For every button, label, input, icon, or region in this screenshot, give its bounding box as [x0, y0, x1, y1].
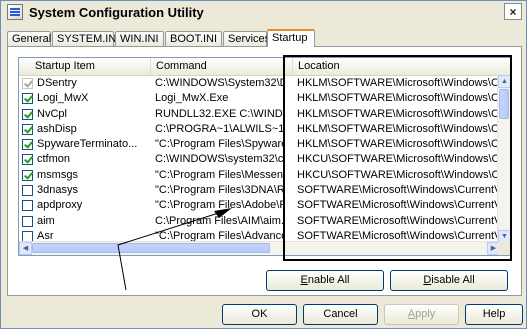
- scroll-up-icon[interactable]: ▲: [498, 75, 511, 88]
- startup-command: C:\Program Files\AIM\aim.e...: [155, 214, 285, 227]
- scroll-corner: [498, 242, 511, 255]
- startup-location: HKCU\SOFTWARE\Microsoft\Windows\Curren: [297, 153, 503, 166]
- startup-command: RUNDLL32.EXE C:\WINDO...: [155, 107, 285, 120]
- tab-win-ini[interactable]: WIN.INI: [115, 31, 164, 46]
- startup-item-name: ctfmon: [37, 153, 71, 166]
- startup-checkbox[interactable]: [22, 93, 33, 105]
- startup-command: C:\WINDOWS\System32\D...: [155, 77, 285, 89]
- column-header-startup-item[interactable]: Startup Item: [19, 58, 151, 75]
- startup-location: HKLM\SOFTWARE\Microsoft\Windows\Curren: [297, 107, 503, 120]
- startup-item-name: NvCpl: [37, 107, 67, 120]
- startup-command: "C:\Program Files\Spyware...: [155, 138, 285, 151]
- startup-item-name: aim: [37, 214, 55, 227]
- tab-boot-ini[interactable]: BOOT.INI: [165, 31, 222, 46]
- table-row[interactable]: apdproxy "C:\Program Files\Adobe\P... SOFT…: [19, 198, 503, 213]
- tab-system-ini[interactable]: SYSTEM.INI: [52, 31, 119, 46]
- startup-checkbox[interactable]: [22, 169, 33, 181]
- tab-general[interactable]: General: [7, 31, 51, 46]
- startup-panel: Startup Item Command Location DSentry C:\…: [7, 46, 522, 296]
- startup-location: HKLM\SOFTWARE\Microsoft\Windows\Curren: [297, 122, 503, 135]
- startup-item-name: Logi_MwX: [37, 92, 89, 105]
- help-button[interactable]: Help: [465, 304, 523, 325]
- startup-command: Logi_MwX.Exe: [155, 92, 229, 105]
- startup-item-name: ashDisp: [37, 122, 77, 135]
- startup-location: SOFTWARE\Microsoft\Windows\CurrentVersi: [297, 184, 503, 197]
- window-title: System Configuration Utility: [29, 4, 204, 20]
- startup-checkbox: [22, 78, 33, 89]
- startup-item-name: msmsgs: [37, 168, 78, 181]
- startup-item-name: apdproxy: [37, 199, 83, 212]
- table-row[interactable]: NvCpl RUNDLL32.EXE C:\WINDO... HKLM\SOFTWA…: [19, 107, 503, 122]
- tab-services[interactable]: Services: [223, 31, 270, 46]
- vertical-scrollbar[interactable]: ▲ ▼: [497, 75, 511, 243]
- startup-item-name: DSentry: [37, 77, 77, 89]
- column-header-location[interactable]: Location: [293, 58, 511, 75]
- table-row[interactable]: SpywareTerminato... "C:\Program Files\Spy…: [19, 137, 503, 152]
- startup-checkbox[interactable]: [22, 108, 33, 120]
- startup-checkbox[interactable]: [22, 215, 33, 227]
- startup-item-name: SpywareTerminato...: [37, 138, 138, 151]
- startup-command: C:\WINDOWS\system32\ct...: [155, 153, 285, 166]
- tab-startup[interactable]: Startup: [267, 29, 315, 47]
- system-configuration-window: System Configuration Utility × General S…: [0, 0, 527, 329]
- startup-list[interactable]: Startup Item Command Location DSentry C:\…: [18, 57, 512, 256]
- startup-checkbox[interactable]: [22, 200, 33, 212]
- startup-command: "C:\Program Files\3DNA\Re...: [155, 184, 285, 197]
- startup-checkbox[interactable]: [22, 139, 33, 151]
- table-row[interactable]: aim C:\Program Files\AIM\aim.e... SOFTWARE…: [19, 214, 503, 229]
- column-header-command[interactable]: Command: [151, 58, 293, 75]
- startup-command: "C:\Program Files\Adobe\P...: [155, 199, 285, 212]
- app-icon: [7, 4, 23, 20]
- startup-location: HKCU\SOFTWARE\Microsoft\Windows\Curren: [297, 168, 503, 181]
- table-row[interactable]: ashDisp C:\PROGRA~1\ALWILS~1\... HKLM\SOFT…: [19, 122, 503, 137]
- close-button[interactable]: ×: [504, 3, 522, 20]
- table-row[interactable]: Logi_MwX Logi_MwX.Exe HKLM\SOFTWARE\Micros…: [19, 91, 503, 106]
- startup-location: HKLM\SOFTWARE\Microsoft\Windows\Curren: [297, 138, 503, 151]
- cancel-button[interactable]: Cancel: [303, 304, 378, 325]
- enable-all-button[interactable]: Enable All: [266, 270, 384, 291]
- horizontal-scrollbar[interactable]: ◀ ▶: [19, 241, 500, 255]
- startup-command: C:\PROGRA~1\ALWILS~1\...: [155, 122, 285, 135]
- table-row[interactable]: 3dnasys "C:\Program Files\3DNA\Re... SOFTW…: [19, 183, 503, 198]
- startup-location: SOFTWARE\Microsoft\Windows\CurrentVersi: [297, 214, 503, 227]
- startup-location: HKLM\SOFTWARE\Microsoft\Windows\Curren: [297, 92, 503, 105]
- startup-item-name: 3dnasys: [37, 184, 78, 197]
- startup-checkbox[interactable]: [22, 154, 33, 166]
- table-row[interactable]: DSentry C:\WINDOWS\System32\D... HKLM\SOFT…: [19, 76, 503, 91]
- table-row[interactable]: msmsgs "C:\Program Files\Messeng... HKCU\S…: [19, 168, 503, 183]
- vertical-scroll-thumb[interactable]: [499, 89, 509, 119]
- ok-button[interactable]: OK: [222, 304, 297, 325]
- apply-button[interactable]: Apply: [384, 304, 459, 325]
- startup-checkbox[interactable]: [22, 123, 33, 135]
- startup-location: HKLM\SOFTWARE\Microsoft\Windows\Curren: [297, 77, 503, 89]
- table-row[interactable]: ctfmon C:\WINDOWS\system32\ct... HKCU\SOFT…: [19, 152, 503, 167]
- scroll-left-icon[interactable]: ◀: [19, 242, 32, 255]
- disable-all-button[interactable]: Disable All: [390, 270, 508, 291]
- startup-checkbox[interactable]: [22, 185, 33, 197]
- horizontal-scroll-thumb[interactable]: [32, 243, 270, 253]
- list-header: Startup Item Command Location: [19, 58, 511, 76]
- title-bar[interactable]: System Configuration Utility ×: [1, 1, 526, 23]
- startup-location: SOFTWARE\Microsoft\Windows\CurrentVersi: [297, 199, 503, 212]
- list-rows: DSentry C:\WINDOWS\System32\D... HKLM\SOFT…: [19, 76, 503, 255]
- startup-command: "C:\Program Files\Messeng...: [155, 168, 285, 181]
